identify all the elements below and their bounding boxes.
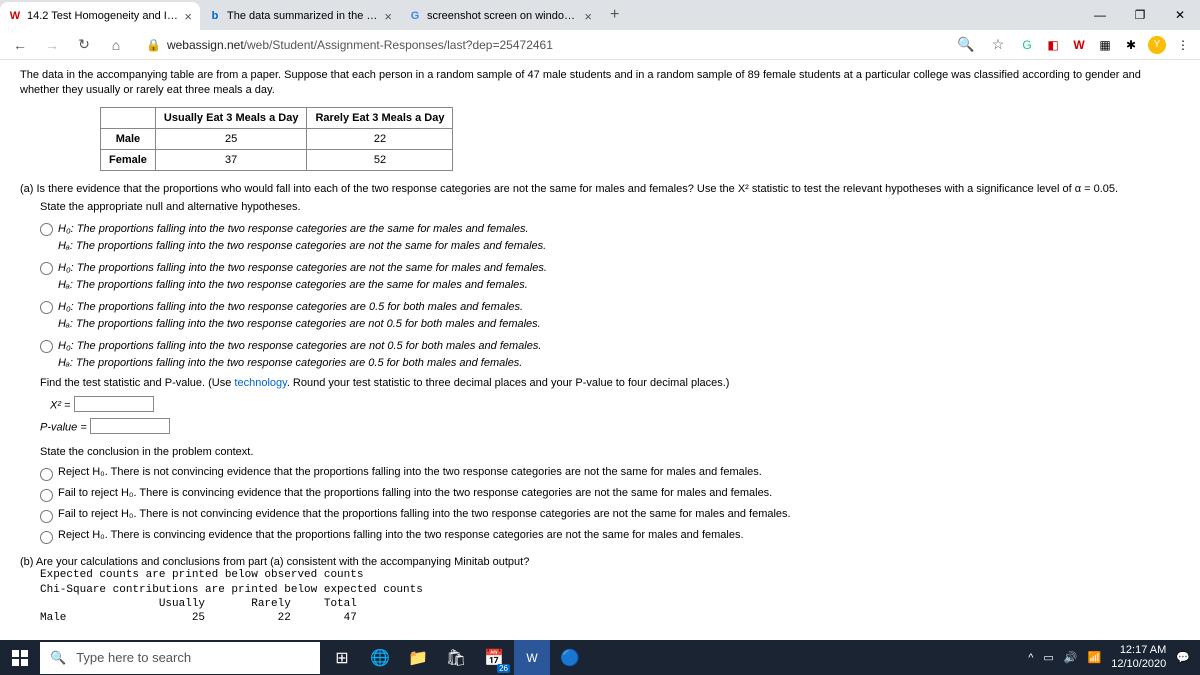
radio-input[interactable]	[40, 340, 53, 353]
url-path: /web/Student/Assignment-Responses/last?d…	[244, 38, 553, 52]
cell: 25	[155, 128, 307, 149]
task-view-icon[interactable]: ⊞	[324, 640, 360, 675]
windows-taskbar: 🔍Type here to search ⊞ 🌐 📁 🛍 📅26 W 🔵 ^ ▭…	[0, 640, 1200, 675]
tab-2[interactable]: b The data summarized in the acco ×	[200, 2, 400, 30]
tab-3[interactable]: G screenshot screen on windows - ×	[400, 2, 600, 30]
question-text: Are your calculations and conclusions fr…	[36, 556, 529, 568]
tray-chevron-icon[interactable]: ^	[1028, 652, 1033, 664]
word-icon[interactable]: W	[514, 640, 550, 675]
back-button[interactable]: ←	[8, 33, 32, 57]
col-header: Usually Eat 3 Meals a Day	[155, 107, 307, 128]
hyp-option-2[interactable]: H₀: The proportions falling into the two…	[40, 260, 1180, 293]
hyp-option-3[interactable]: H₀: The proportions falling into the two…	[40, 299, 1180, 332]
part-label: (b)	[20, 556, 36, 568]
pvalue-input[interactable]	[90, 418, 170, 434]
concl-option-4[interactable]: Reject H₀. There is convincing evidence …	[40, 529, 1180, 544]
minimize-icon[interactable]: —	[1080, 0, 1120, 30]
row-header: Female	[101, 149, 156, 170]
state-hyp: State the appropriate null and alternati…	[40, 199, 1180, 216]
radio-input[interactable]	[40, 510, 53, 523]
browser-toolbar: ← → ↻ ⌂ 🔒 webassign.net/web/Student/Assi…	[0, 30, 1200, 60]
concl-option-2[interactable]: Fail to reject H₀. There is convincing e…	[40, 487, 1180, 502]
ext-icon[interactable]: ◧	[1044, 36, 1062, 54]
radio-input[interactable]	[40, 223, 53, 236]
lock-icon: 🔒	[146, 38, 161, 52]
col-header: Rarely Eat 3 Meals a Day	[307, 107, 453, 128]
x2-input[interactable]	[74, 396, 154, 412]
extensions: G ◧ W ▦ ✱ Y ⋮	[1018, 36, 1192, 54]
zoom-icon[interactable]: 🔍	[954, 33, 978, 57]
edge-icon[interactable]: 🌐	[362, 640, 398, 675]
cell: 37	[155, 149, 307, 170]
data-table: Usually Eat 3 Meals a DayRarely Eat 3 Me…	[100, 107, 453, 171]
puzzle-icon[interactable]: ✱	[1122, 36, 1140, 54]
page-content: The data in the accompanying table are f…	[0, 60, 1200, 622]
tab-title: 14.2 Test Homogeneity and Indp	[27, 10, 179, 22]
tab-favicon: W	[8, 9, 22, 23]
search-icon: 🔍	[50, 650, 66, 666]
find-stat: Find the test statistic and P-value. (Us…	[40, 375, 1180, 392]
home-button[interactable]: ⌂	[104, 33, 128, 57]
url-host: webassign.net	[167, 38, 244, 52]
row-header: Male	[101, 128, 156, 149]
part-a: (a) Is there evidence that the proportio…	[20, 183, 1180, 545]
browser-titlebar: W 14.2 Test Homogeneity and Indp × b The…	[0, 0, 1200, 30]
profile-icon[interactable]: Y	[1148, 36, 1166, 54]
task-icons: ⊞ 🌐 📁 🛍 📅26 W 🔵	[324, 640, 588, 675]
new-tab-button[interactable]: +	[600, 6, 629, 24]
window-controls: — ❐ ✕	[1080, 0, 1200, 30]
technology-link[interactable]: technology	[234, 377, 286, 389]
concl-option-1[interactable]: Reject H₀. There is not convincing evide…	[40, 466, 1180, 481]
maximize-icon[interactable]: ❐	[1120, 0, 1160, 30]
menu-icon[interactable]: ⋮	[1174, 36, 1192, 54]
wifi-icon[interactable]: 📶	[1088, 651, 1102, 664]
close-icon[interactable]: ×	[584, 9, 592, 24]
hyp-option-1[interactable]: H₀: The proportions falling into the two…	[40, 221, 1180, 254]
close-window-icon[interactable]: ✕	[1160, 0, 1200, 30]
radio-input[interactable]	[40, 301, 53, 314]
question-text: Is there evidence that the proportions w…	[37, 183, 1119, 195]
cell: 52	[307, 149, 453, 170]
tab-favicon: G	[408, 9, 422, 23]
conclusion-prompt: State the conclusion in the problem cont…	[40, 444, 1180, 461]
radio-input[interactable]	[40, 489, 53, 502]
chrome-icon[interactable]: 🔵	[552, 640, 588, 675]
tab-title: The data summarized in the acco	[227, 10, 379, 22]
part-label: (a)	[20, 183, 37, 195]
ext-icon[interactable]: ▦	[1096, 36, 1114, 54]
tab-title: screenshot screen on windows -	[427, 10, 579, 22]
reload-button[interactable]: ↻	[72, 33, 96, 57]
star-icon[interactable]: ☆	[986, 33, 1010, 57]
cell: 22	[307, 128, 453, 149]
concl-option-3[interactable]: Fail to reject H₀. There is not convinci…	[40, 508, 1180, 523]
volume-icon[interactable]: 🔊	[1064, 651, 1078, 664]
taskbar-search[interactable]: 🔍Type here to search	[40, 642, 320, 674]
minitab-output: Expected counts are printed below observ…	[40, 568, 1180, 622]
pvalue-input-row: P-value =	[40, 418, 1180, 434]
notification-icon[interactable]: 💬	[1176, 651, 1190, 664]
close-icon[interactable]: ×	[184, 9, 192, 24]
radio-input[interactable]	[40, 262, 53, 275]
problem-intro: The data in the accompanying table are f…	[20, 68, 1180, 99]
battery-icon[interactable]: ▭	[1043, 651, 1053, 664]
address-bar[interactable]: 🔒 webassign.net/web/Student/Assignment-R…	[136, 36, 946, 54]
system-tray: ^ ▭ 🔊 📶 12:17 AM 12/10/2020 💬	[1028, 644, 1200, 670]
explorer-icon[interactable]: 📁	[400, 640, 436, 675]
hyp-option-4[interactable]: H₀: The proportions falling into the two…	[40, 338, 1180, 371]
clock[interactable]: 12:17 AM 12/10/2020	[1111, 644, 1166, 670]
close-icon[interactable]: ×	[384, 9, 392, 24]
x2-input-row: X² =	[50, 396, 1180, 412]
forward-button[interactable]: →	[40, 33, 64, 57]
tab-favicon: b	[208, 9, 222, 23]
radio-input[interactable]	[40, 531, 53, 544]
store-icon[interactable]: 🛍	[438, 640, 474, 675]
calendar-icon[interactable]: 📅26	[476, 640, 512, 675]
start-button[interactable]	[0, 650, 40, 666]
ext-icon[interactable]: W	[1070, 36, 1088, 54]
tab-1[interactable]: W 14.2 Test Homogeneity and Indp ×	[0, 2, 200, 30]
part-b: (b) Are your calculations and conclusion…	[20, 556, 1180, 622]
radio-input[interactable]	[40, 468, 53, 481]
grammarly-icon[interactable]: G	[1018, 36, 1036, 54]
